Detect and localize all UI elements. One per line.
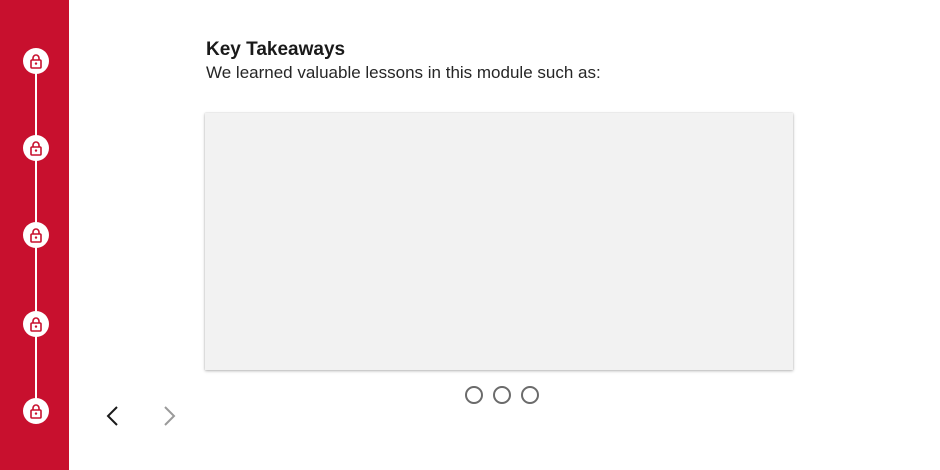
progress-node-1[interactable] [23, 48, 49, 74]
progress-node-2[interactable] [23, 135, 49, 161]
progress-sidebar [0, 0, 69, 470]
progress-node-4[interactable] [23, 311, 49, 337]
lock-icon [29, 140, 43, 156]
carousel-dot-2[interactable] [493, 386, 511, 404]
page-subtitle: We learned valuable lessons in this modu… [206, 63, 601, 82]
carousel-dot-1[interactable] [465, 386, 483, 404]
chevron-right-icon [162, 405, 176, 432]
takeaways-card [205, 113, 793, 370]
chevron-left-icon [106, 405, 120, 432]
lock-icon [29, 227, 43, 243]
next-button[interactable] [157, 405, 181, 432]
lock-icon [29, 53, 43, 69]
page-title: Key Takeaways [206, 39, 346, 60]
carousel-pagination [465, 386, 539, 404]
lock-icon [29, 316, 43, 332]
progress-node-3[interactable] [23, 222, 49, 248]
carousel-dot-3[interactable] [521, 386, 539, 404]
lock-icon [29, 403, 43, 419]
progress-node-5[interactable] [23, 398, 49, 424]
previous-button[interactable] [101, 405, 125, 432]
